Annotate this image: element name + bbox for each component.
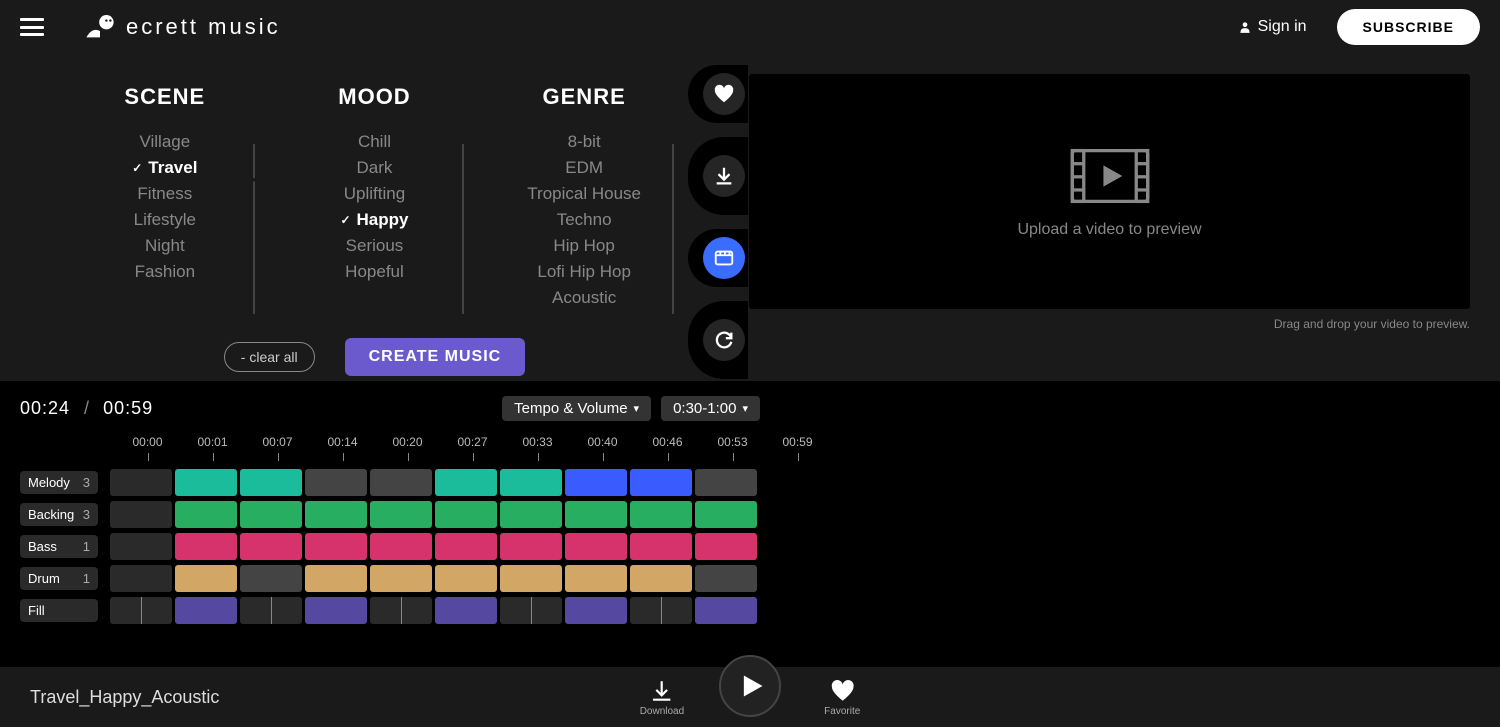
divider [672, 144, 674, 314]
download-icon [713, 165, 735, 187]
genre-item-tropical[interactable]: Tropical House [527, 184, 641, 204]
total-time: 00:59 [103, 398, 153, 419]
track-blocks-drum[interactable] [110, 565, 757, 592]
create-music-button[interactable]: CREATE MUSIC [345, 338, 526, 376]
current-time: 00:24 [20, 398, 70, 419]
ruler-tick: 00:07 [245, 435, 310, 449]
mood-column: MOOD Chill Dark Uplifting Happy Serious … [284, 84, 464, 308]
tempo-volume-dropdown[interactable]: Tempo & Volume [502, 396, 651, 421]
track-name: Drum [28, 571, 60, 586]
scene-column: SCENE Village Travel Fitness Lifestyle N… [75, 84, 255, 308]
heart-icon [713, 83, 735, 105]
mood-item-hopeful[interactable]: Hopeful [345, 262, 404, 282]
scene-item-travel[interactable]: Travel [132, 158, 197, 178]
mood-item-dark[interactable]: Dark [357, 158, 393, 178]
clear-all-button[interactable]: - clear all [224, 342, 315, 372]
track-label-drum[interactable]: Drum 1 [20, 567, 98, 590]
play-button[interactable] [719, 655, 781, 717]
mood-title: MOOD [284, 84, 464, 110]
track-count: 1 [83, 571, 90, 586]
sign-in-label: Sign in [1258, 18, 1307, 36]
ruler-tick: 00:00 [115, 435, 180, 449]
video-upload-text: Upload a video to preview [1017, 221, 1201, 239]
subscribe-button[interactable]: SUBSCRIBE [1337, 9, 1480, 45]
scene-item-village[interactable]: Village [139, 132, 190, 152]
drag-drop-hint: Drag and drop your video to preview. [749, 317, 1470, 331]
redo-icon [713, 329, 735, 351]
ruler-tick: 00:33 [505, 435, 570, 449]
menu-burger[interactable] [20, 18, 44, 36]
heart-icon [829, 678, 855, 704]
sign-in-link[interactable]: Sign in [1238, 18, 1307, 36]
duration-dropdown[interactable]: 0:30-1:00 [661, 396, 760, 421]
side-video-button[interactable] [703, 237, 745, 279]
divider [253, 144, 255, 314]
video-upload-box[interactable]: Upload a video to preview [749, 74, 1470, 309]
track-blocks-backing[interactable] [110, 501, 757, 528]
scene-item-fitness[interactable]: Fitness [137, 184, 192, 204]
side-favorite-button[interactable] [703, 73, 745, 115]
track-name: Bass [28, 539, 57, 554]
scene-item-lifestyle[interactable]: Lifestyle [134, 210, 196, 230]
logo-text: ecrett music [126, 14, 281, 40]
track-blocks-bass[interactable] [110, 533, 757, 560]
time-ruler: 00:00 00:01 00:07 00:14 00:20 00:27 00:3… [115, 435, 1480, 449]
genre-item-8bit[interactable]: 8-bit [568, 132, 601, 152]
video-icon [713, 247, 735, 269]
track-name: Fill [28, 603, 45, 618]
genre-item-hiphop[interactable]: Hip Hop [553, 236, 614, 256]
genre-column: GENRE 8-bit EDM Tropical House Techno Hi… [494, 84, 674, 308]
track-name: Melody [28, 475, 70, 490]
side-download-button[interactable] [703, 155, 745, 197]
track-blocks-fill[interactable] [110, 597, 757, 624]
scene-item-night[interactable]: Night [145, 236, 185, 256]
ruler-tick: 00:46 [635, 435, 700, 449]
ruler-tick: 00:40 [570, 435, 635, 449]
track-label-fill[interactable]: Fill [20, 599, 98, 622]
genre-item-lofi[interactable]: Lofi Hip Hop [537, 262, 631, 282]
ruler-tick: 00:53 [700, 435, 765, 449]
track-label-backing[interactable]: Backing 3 [20, 503, 98, 526]
ruler-tick: 00:59 [765, 435, 830, 449]
user-icon [1238, 20, 1252, 34]
film-icon [1069, 145, 1151, 207]
play-icon [738, 672, 766, 700]
genre-item-techno[interactable]: Techno [557, 210, 612, 230]
scene-title: SCENE [75, 84, 255, 110]
track-count: 3 [83, 475, 90, 490]
genre-item-edm[interactable]: EDM [565, 158, 603, 178]
favorite-label: Favorite [824, 706, 860, 717]
track-label-melody[interactable]: Melody 3 [20, 471, 98, 494]
mood-item-serious[interactable]: Serious [346, 236, 404, 256]
ruler-tick: 00:27 [440, 435, 505, 449]
track-label-bass[interactable]: Bass 1 [20, 535, 98, 558]
track-count: 1 [83, 539, 90, 554]
track-blocks-melody[interactable] [110, 469, 757, 496]
favorite-button[interactable]: Favorite [824, 678, 860, 717]
track-name: Backing [28, 507, 74, 522]
ruler-tick: 00:14 [310, 435, 375, 449]
time-separator: / [84, 398, 89, 419]
ruler-tick: 00:01 [180, 435, 245, 449]
download-label: Download [640, 706, 684, 717]
track-count: 3 [83, 507, 90, 522]
download-button[interactable]: Download [640, 678, 684, 717]
genre-item-acoustic[interactable]: Acoustic [552, 288, 616, 308]
genre-title: GENRE [494, 84, 674, 110]
divider [462, 144, 464, 314]
current-track-name: Travel_Happy_Acoustic [30, 687, 219, 708]
mood-item-chill[interactable]: Chill [358, 132, 391, 152]
mood-item-happy[interactable]: Happy [340, 210, 408, 230]
mood-item-uplifting[interactable]: Uplifting [344, 184, 405, 204]
download-icon [649, 678, 675, 704]
logo-icon [84, 11, 116, 43]
side-redo-button[interactable] [703, 319, 745, 361]
scene-item-fashion[interactable]: Fashion [135, 262, 195, 282]
logo[interactable]: ecrett music [84, 11, 281, 43]
ruler-tick: 00:20 [375, 435, 440, 449]
